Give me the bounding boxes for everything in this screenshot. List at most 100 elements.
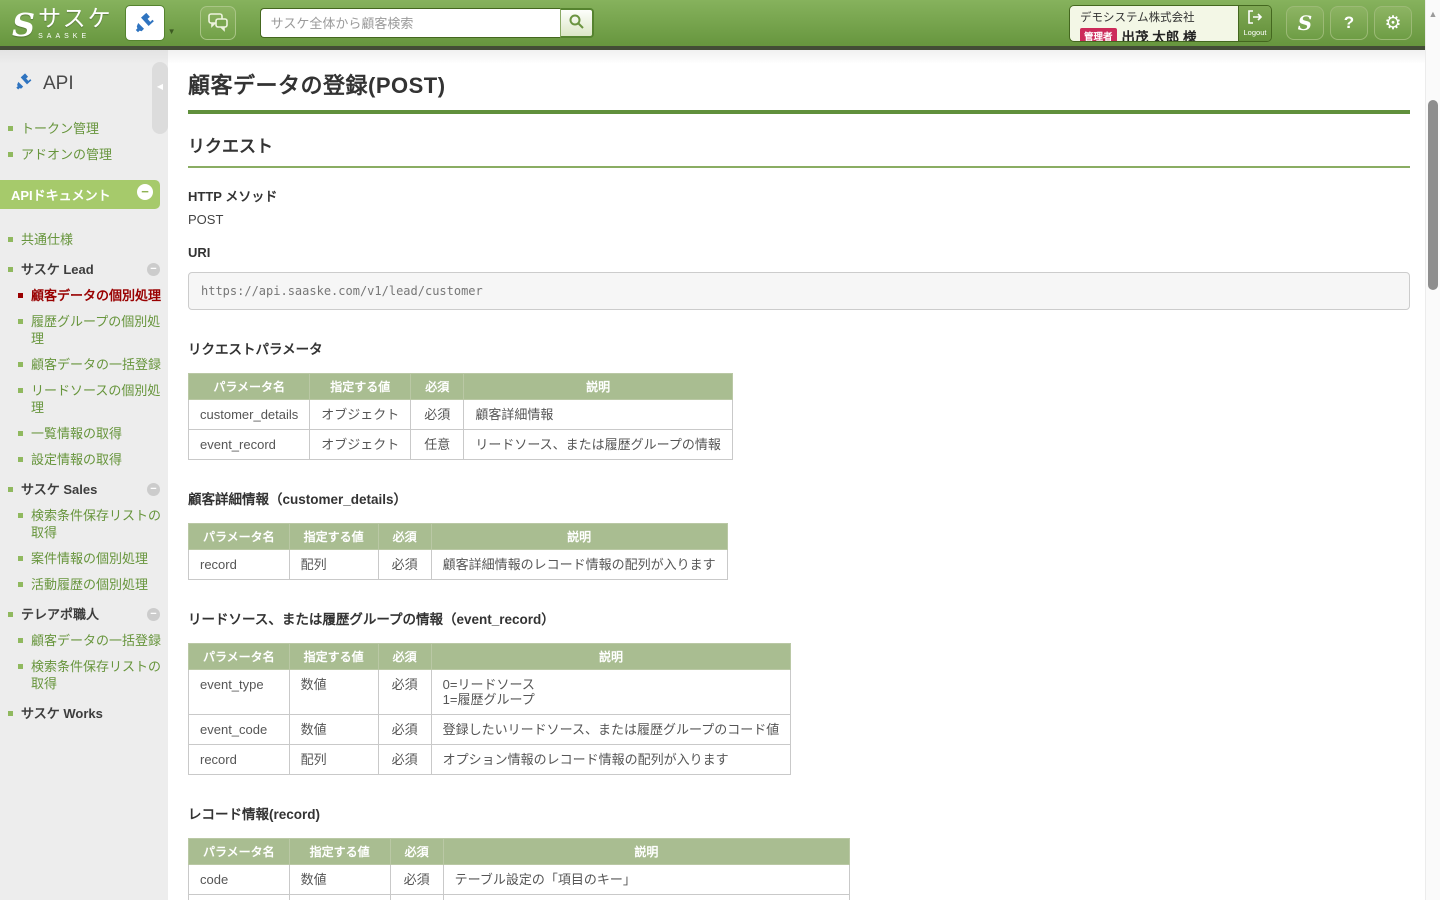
sidebar-api-title: API xyxy=(0,50,168,109)
user-name: 出茂 太郎 様 xyxy=(1122,26,1197,42)
sidebar-item-teleapo-customer-bulk[interactable]: 顧客データの一括登録 xyxy=(18,632,164,649)
record-info-table: パラメータ名 指定する値 必須 説明 code 数値 必須 テーブル設定の「項目… xyxy=(188,838,850,900)
sidebar-item-search-condition-list[interactable]: 検索条件保存リストの取得 xyxy=(18,507,164,541)
bullet-icon xyxy=(18,319,23,324)
global-search xyxy=(260,8,594,38)
bullet-icon xyxy=(18,556,23,561)
bullet-icon xyxy=(18,388,23,393)
table-header-row: パラメータ名 指定する値 必須 説明 xyxy=(189,644,791,670)
saaske-logo[interactable]: S サスケ SAASKE xyxy=(12,7,113,40)
search-input[interactable] xyxy=(260,8,560,38)
sidebar-item-addon-management[interactable]: アドオンの管理 xyxy=(8,146,164,163)
search-button[interactable] xyxy=(560,8,594,38)
sidebar-item-list-info[interactable]: 一覧情報の取得 xyxy=(18,425,164,442)
saaske-s-icon: S xyxy=(12,10,35,40)
bullet-icon xyxy=(18,457,23,462)
bullet-icon xyxy=(8,267,13,272)
main-content: 顧客データの登録(POST) リクエスト HTTP メソッド POST URI … xyxy=(168,50,1425,900)
http-method-label: HTTP メソッド xyxy=(188,186,1410,205)
collapse-minus-icon[interactable]: − xyxy=(147,263,160,276)
scroll-up-icon[interactable]: ▲ xyxy=(1426,9,1440,19)
table-row: event_record オブジェクト 任意 リードソース、または履歴グループの… xyxy=(189,430,733,460)
sidebar-item-customer-individual[interactable]: 顧客データの個別処理 xyxy=(18,287,164,304)
company-name: デモシステム株式会社 xyxy=(1080,9,1228,25)
logo-sub-text: SAASKE xyxy=(38,33,113,40)
collapse-minus-icon[interactable]: − xyxy=(147,483,160,496)
table-row: code 数値 必須 テーブル設定の「項目のキー」 xyxy=(189,865,850,895)
bullet-icon xyxy=(18,638,23,643)
bullet-icon xyxy=(8,237,13,242)
uri-label: URI xyxy=(188,245,1410,260)
sidebar-group-teleapo[interactable]: テレアポ職人 − xyxy=(8,606,164,623)
table-row: event_type 数値 必須 0=リードソース 1=履歴グループ xyxy=(189,670,791,715)
table-row: customer_details オブジェクト 必須 顧客詳細情報 xyxy=(189,400,733,430)
bullet-icon xyxy=(18,582,23,587)
search-icon xyxy=(568,13,585,33)
logout-button[interactable]: Logout xyxy=(1238,6,1271,41)
bullet-icon xyxy=(8,487,13,492)
http-method-value: POST xyxy=(188,212,1410,227)
sidebar-top-list: トークン管理 アドオンの管理 xyxy=(0,109,168,163)
bullet-icon xyxy=(18,431,23,436)
app-caret-icon[interactable]: ▼ xyxy=(168,27,176,36)
help-button[interactable]: ? xyxy=(1330,6,1368,40)
table-header-row: パラメータ名 指定する値 必須 説明 xyxy=(189,374,733,400)
api-app-button[interactable] xyxy=(125,5,165,41)
sidebar-item-config-info[interactable]: 設定情報の取得 xyxy=(18,451,164,468)
sidebar-item-leadsource-individual[interactable]: リードソースの個別処理 xyxy=(18,382,164,416)
user-info: デモシステム株式会社 管理者 出茂 太郎 様 xyxy=(1070,6,1238,41)
settings-button[interactable]: ⚙ xyxy=(1374,6,1412,40)
logo-brand-text: サスケ xyxy=(38,5,113,31)
request-params-table: パラメータ名 指定する値 必須 説明 customer_details オブジェ… xyxy=(188,373,733,460)
sidebar-item-customer-bulk-register[interactable]: 顧客データの一括登録 xyxy=(18,356,164,373)
customer-details-table: パラメータ名 指定する値 必須 説明 record 配列 必須 顧客詳細情報のレ… xyxy=(188,523,728,580)
header-divider xyxy=(0,46,1440,50)
bullet-icon xyxy=(18,513,23,518)
sidebar-group-saaske-works[interactable]: サスケ Works xyxy=(8,705,164,722)
sidebar-section-api-docs[interactable]: APIドキュメント − xyxy=(0,180,160,209)
table-header-row: パラメータ名 指定する値 必須 説明 xyxy=(189,839,850,865)
sidebar-title-text: API xyxy=(43,73,74,95)
request-section-heading: リクエスト xyxy=(188,132,1410,168)
page-title: 顧客データの登録(POST) xyxy=(188,68,1410,114)
plug-icon xyxy=(133,10,157,37)
sidebar-item-teleapo-search-condition[interactable]: 検索条件保存リストの取得 xyxy=(18,658,164,692)
sidebar-group-saaske-lead[interactable]: サスケ Lead − xyxy=(8,261,164,278)
chat-icon-button[interactable] xyxy=(200,6,236,40)
user-info-box: デモシステム株式会社 管理者 出茂 太郎 様 Logout xyxy=(1069,5,1272,42)
saaske-s-icon: S xyxy=(1298,11,1312,35)
bullet-icon xyxy=(18,664,23,669)
collapse-left-icon: ◀ xyxy=(157,82,163,134)
collapse-minus-icon[interactable]: − xyxy=(137,184,153,200)
sidebar-item-history-group-individual[interactable]: 履歴グループの個別処理 xyxy=(18,313,164,347)
sidebar: ◀ API トークン管理 アドオンの管理 xyxy=(0,50,168,900)
sidebar-group-saaske-sales[interactable]: サスケ Sales − xyxy=(8,481,164,498)
bullet-icon xyxy=(18,293,23,298)
logout-icon xyxy=(1247,10,1263,27)
bullet-icon xyxy=(18,362,23,367)
saaske-home-button[interactable]: S xyxy=(1286,6,1324,40)
record-info-heading: レコード情報(record) xyxy=(188,803,1410,823)
request-params-heading: リクエストパラメータ xyxy=(188,338,1410,358)
chat-bubbles-icon xyxy=(207,12,229,35)
top-header: S サスケ SAASKE ▼ xyxy=(0,0,1440,46)
scrollbar-thumb[interactable] xyxy=(1428,100,1438,290)
sidebar-collapse-handle[interactable]: ◀ xyxy=(152,62,168,134)
page-scrollbar[interactable]: ▲ xyxy=(1425,0,1440,900)
sidebar-doc-list: 共通仕様 サスケ Lead − 顧客データの個別処理 履歴グループの個別処理 顧… xyxy=(0,220,168,722)
role-badge: 管理者 xyxy=(1080,28,1117,42)
bullet-icon xyxy=(8,152,13,157)
sidebar-item-token-management[interactable]: トークン管理 xyxy=(8,120,164,137)
bullet-icon xyxy=(8,612,13,617)
uri-value: https://api.saaske.com/v1/lead/customer xyxy=(188,272,1410,310)
plug-icon xyxy=(14,71,34,97)
help-icon: ? xyxy=(1344,13,1354,33)
event-record-table: パラメータ名 指定する値 必須 説明 event_type 数値 必須 0=リー… xyxy=(188,643,791,775)
bullet-icon xyxy=(8,126,13,131)
sidebar-item-activity-history-individual[interactable]: 活動履歴の個別処理 xyxy=(18,576,164,593)
collapse-minus-icon[interactable]: − xyxy=(147,608,160,621)
sidebar-item-common-spec[interactable]: 共通仕様 xyxy=(8,231,164,248)
bullet-icon xyxy=(8,711,13,716)
sidebar-item-case-individual[interactable]: 案件情報の個別処理 xyxy=(18,550,164,567)
table-row: record 配列 必須 オプション情報のレコード情報の配列が入ります xyxy=(189,745,791,775)
